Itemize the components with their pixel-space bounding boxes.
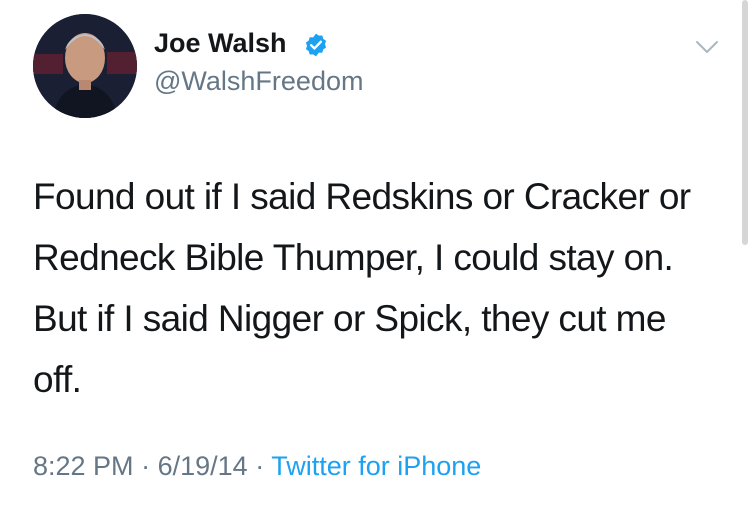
tweet-text: Found out if I said Redskins or Cracker … (33, 176, 691, 400)
tweet-date[interactable]: 6/19/14 (158, 451, 248, 481)
verified-badge-icon (305, 33, 327, 57)
avatar[interactable] (33, 14, 137, 118)
meta-separator: · (255, 451, 265, 481)
tweet-card: Joe Walsh @WalshFreedom Found out if I s… (0, 0, 750, 514)
avatar-image (33, 14, 137, 118)
scrollbar[interactable] (742, 0, 748, 245)
tweet-time[interactable]: 8:22 PM (33, 451, 134, 481)
tweet-meta: 8:22 PM · 6/19/14 · Twitter for iPhone (33, 451, 481, 482)
handle[interactable]: @WalshFreedom (154, 66, 363, 97)
meta-separator: · (141, 451, 151, 481)
tweet-source-link[interactable]: Twitter for iPhone (271, 451, 481, 481)
chevron-down-icon[interactable] (694, 38, 720, 56)
display-name[interactable]: Joe Walsh (154, 28, 287, 59)
